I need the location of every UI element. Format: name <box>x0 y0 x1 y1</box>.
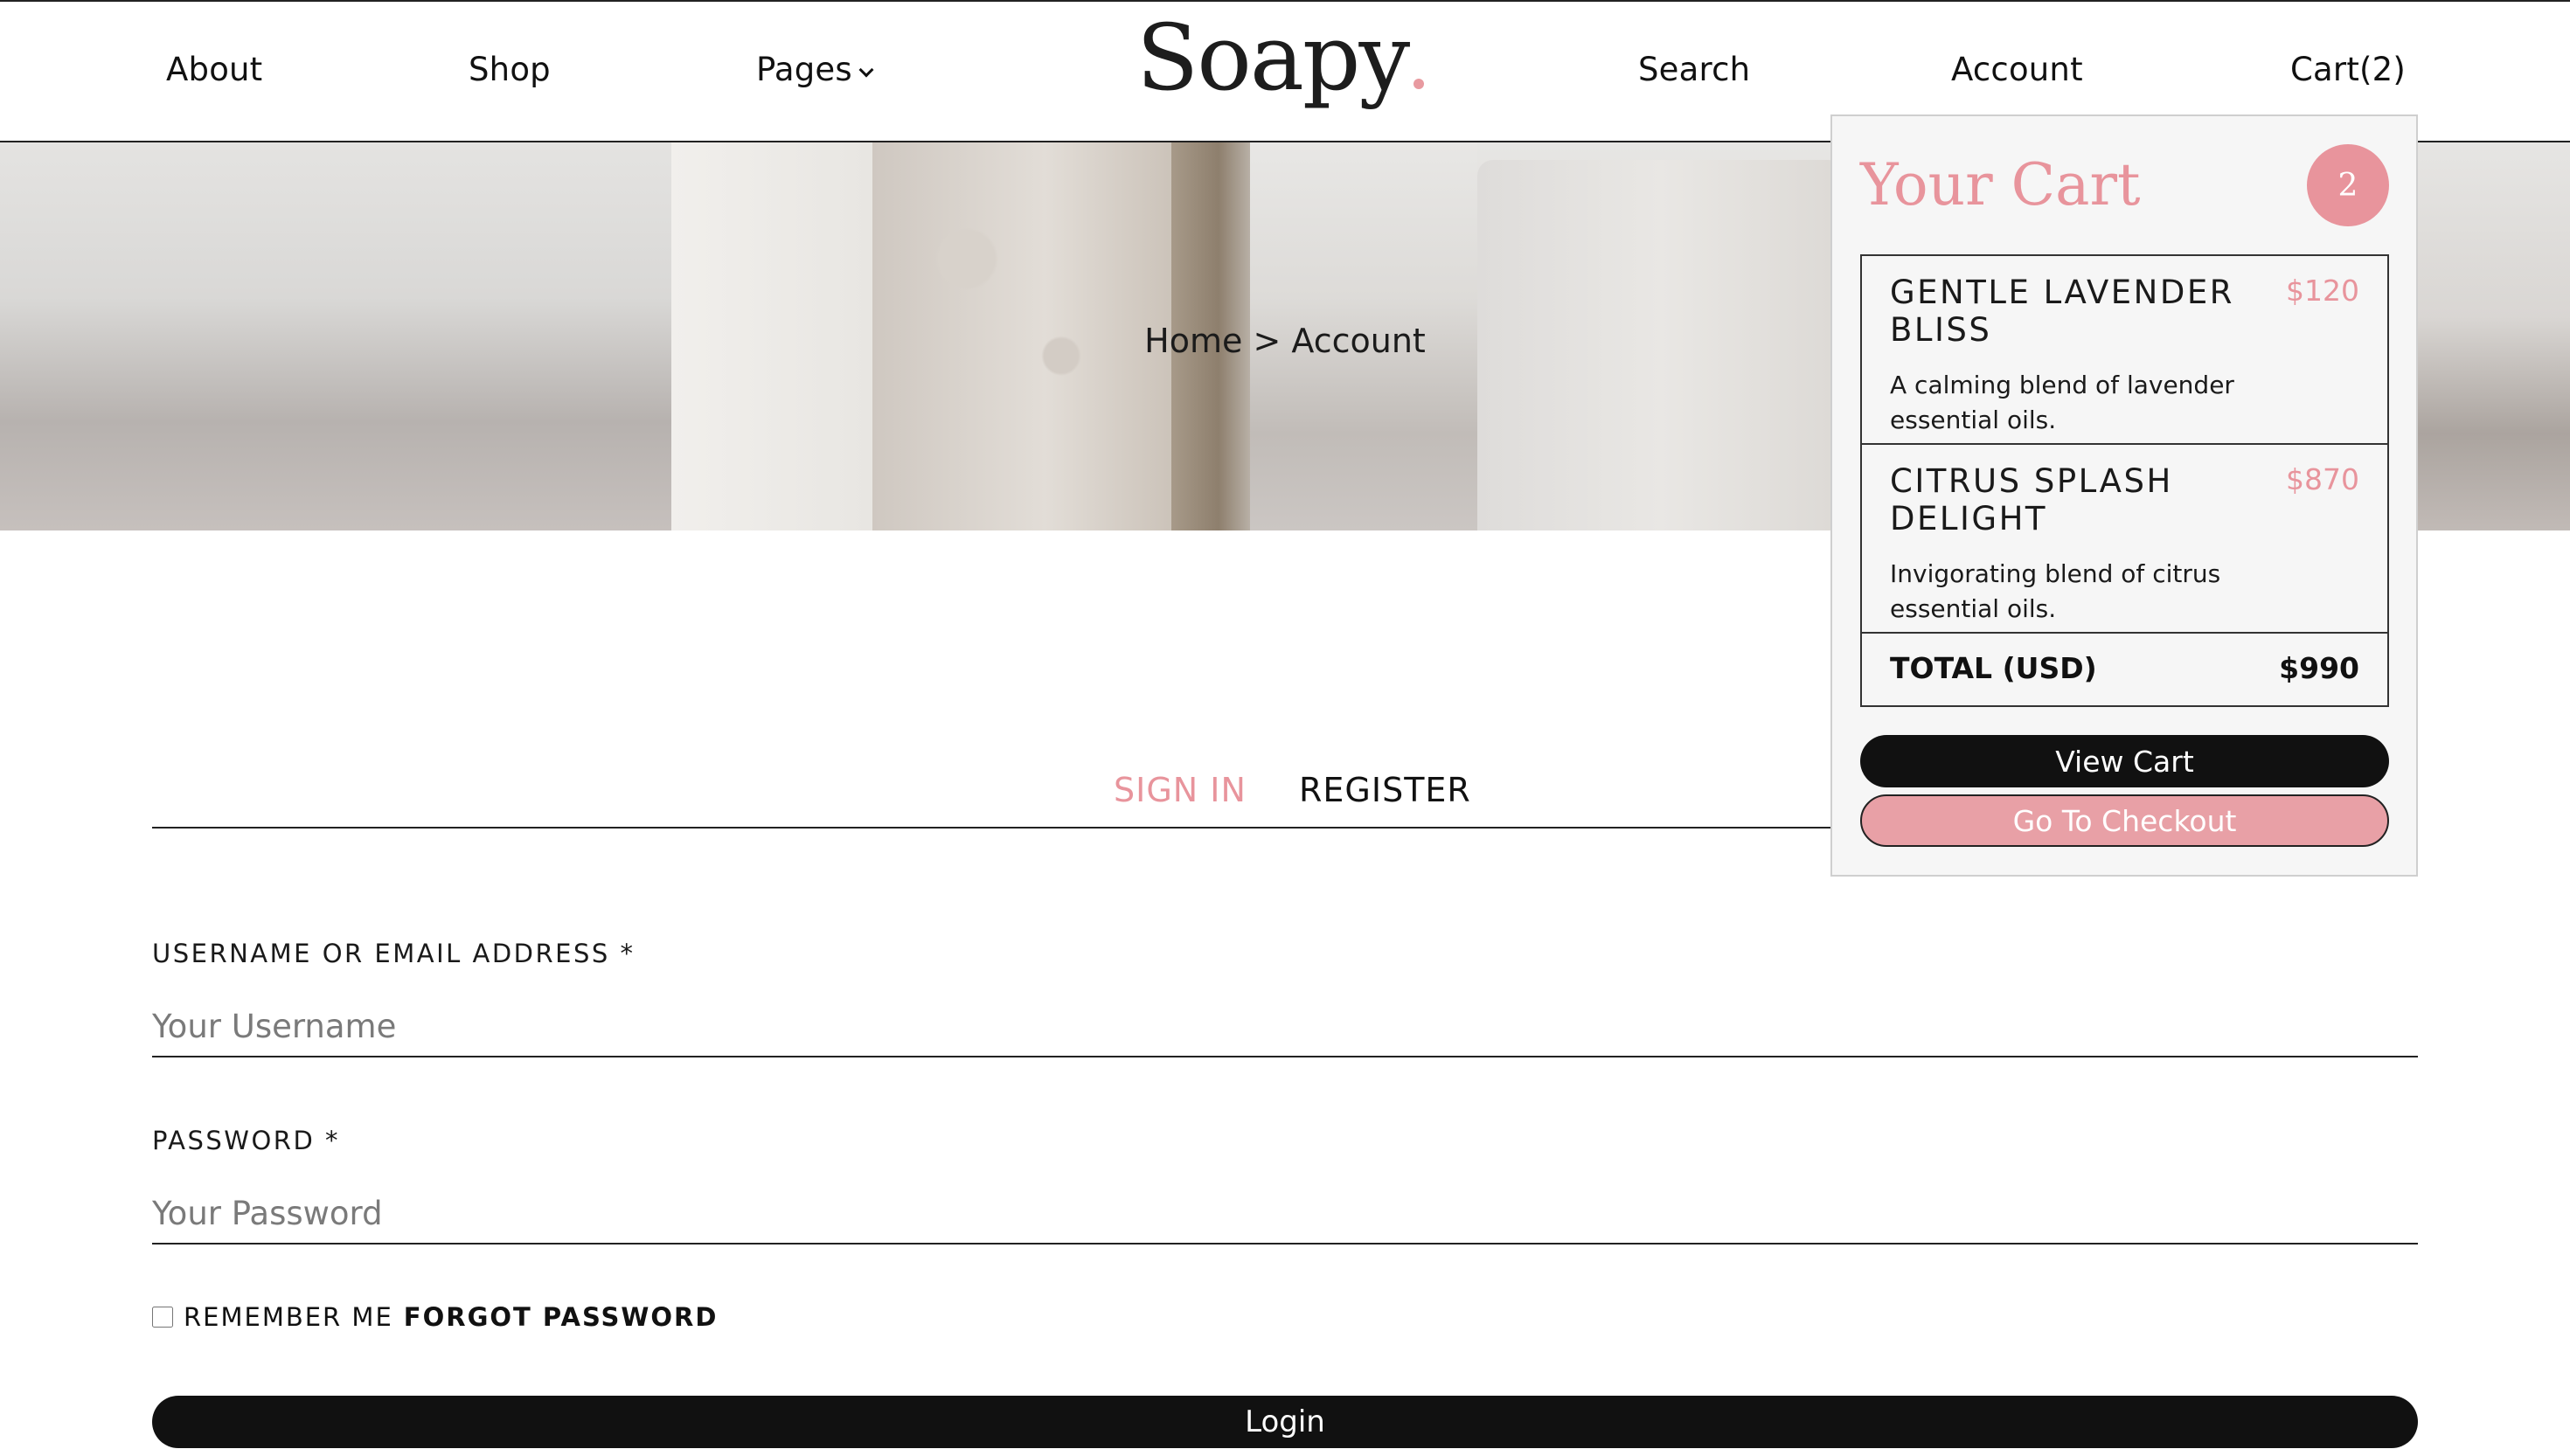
cart-count-badge: 2 <box>2307 144 2389 226</box>
password-input[interactable] <box>152 1183 2418 1245</box>
login-button[interactable]: Login <box>152 1396 2418 1448</box>
chevron-down-icon <box>858 62 874 78</box>
password-label: PASSWORD * <box>152 1126 340 1155</box>
logo-dot <box>1414 79 1425 89</box>
cart-total-label: TOTAL (USD) <box>1890 651 2097 685</box>
cart-dropdown: Your Cart 2 GENTLE LAVENDER BLISS $120 A… <box>1830 114 2418 877</box>
cart-total-value: $990 <box>2279 651 2359 685</box>
nav-account-link[interactable]: Account <box>1951 51 2083 88</box>
nav-search-link[interactable]: Search <box>1638 51 1750 88</box>
remember-me-label[interactable]: REMEMBER ME <box>184 1302 393 1332</box>
view-cart-button[interactable]: View Cart <box>1860 735 2389 787</box>
remember-me-checkbox[interactable] <box>152 1307 173 1328</box>
site-logo[interactable]: Soapy <box>1136 12 1425 103</box>
cart-total-row: TOTAL (USD) $990 <box>1862 634 2387 705</box>
cart-item-description: A calming blend of lavender essential oi… <box>1890 371 2234 434</box>
logo-text: Soapy <box>1136 4 1410 111</box>
forgot-password-link[interactable]: FORGOT PASSWORD <box>404 1302 719 1332</box>
cart-item-name: GENTLE LAVENDER BLISS <box>1890 274 2234 349</box>
checkout-button[interactable]: Go To Checkout <box>1860 794 2389 847</box>
cart-title: Your Cart <box>1860 151 2141 218</box>
nav-cart-link[interactable]: Cart(2) <box>2290 51 2406 88</box>
cart-item-list: GENTLE LAVENDER BLISS $120 A calming ble… <box>1860 254 2389 707</box>
cart-item[interactable]: CITRUS SPLASH DELIGHT $870 Invigorating … <box>1862 445 2387 634</box>
cart-item-price: $120 <box>2286 274 2359 308</box>
remember-row: REMEMBER ME FORGOT PASSWORD <box>152 1302 718 1332</box>
nav-about-link[interactable]: About <box>166 51 262 88</box>
nav-pages-dropdown[interactable]: Pages <box>756 51 874 88</box>
username-label: USERNAME OR EMAIL ADDRESS * <box>152 939 636 968</box>
cart-item-price: $870 <box>2286 462 2359 496</box>
nav-shop-link[interactable]: Shop <box>469 51 551 88</box>
cart-item[interactable]: GENTLE LAVENDER BLISS $120 A calming ble… <box>1862 256 2387 445</box>
tab-sign-in[interactable]: SIGN IN <box>1114 771 1247 809</box>
cart-item-name: CITRUS SPLASH DELIGHT <box>1890 462 2173 537</box>
username-input[interactable] <box>152 996 2418 1057</box>
nav-pages-label: Pages <box>756 51 852 88</box>
cart-item-description: Invigorating blend of citrus essential o… <box>1890 559 2221 623</box>
tab-register[interactable]: REGISTER <box>1299 771 1471 809</box>
